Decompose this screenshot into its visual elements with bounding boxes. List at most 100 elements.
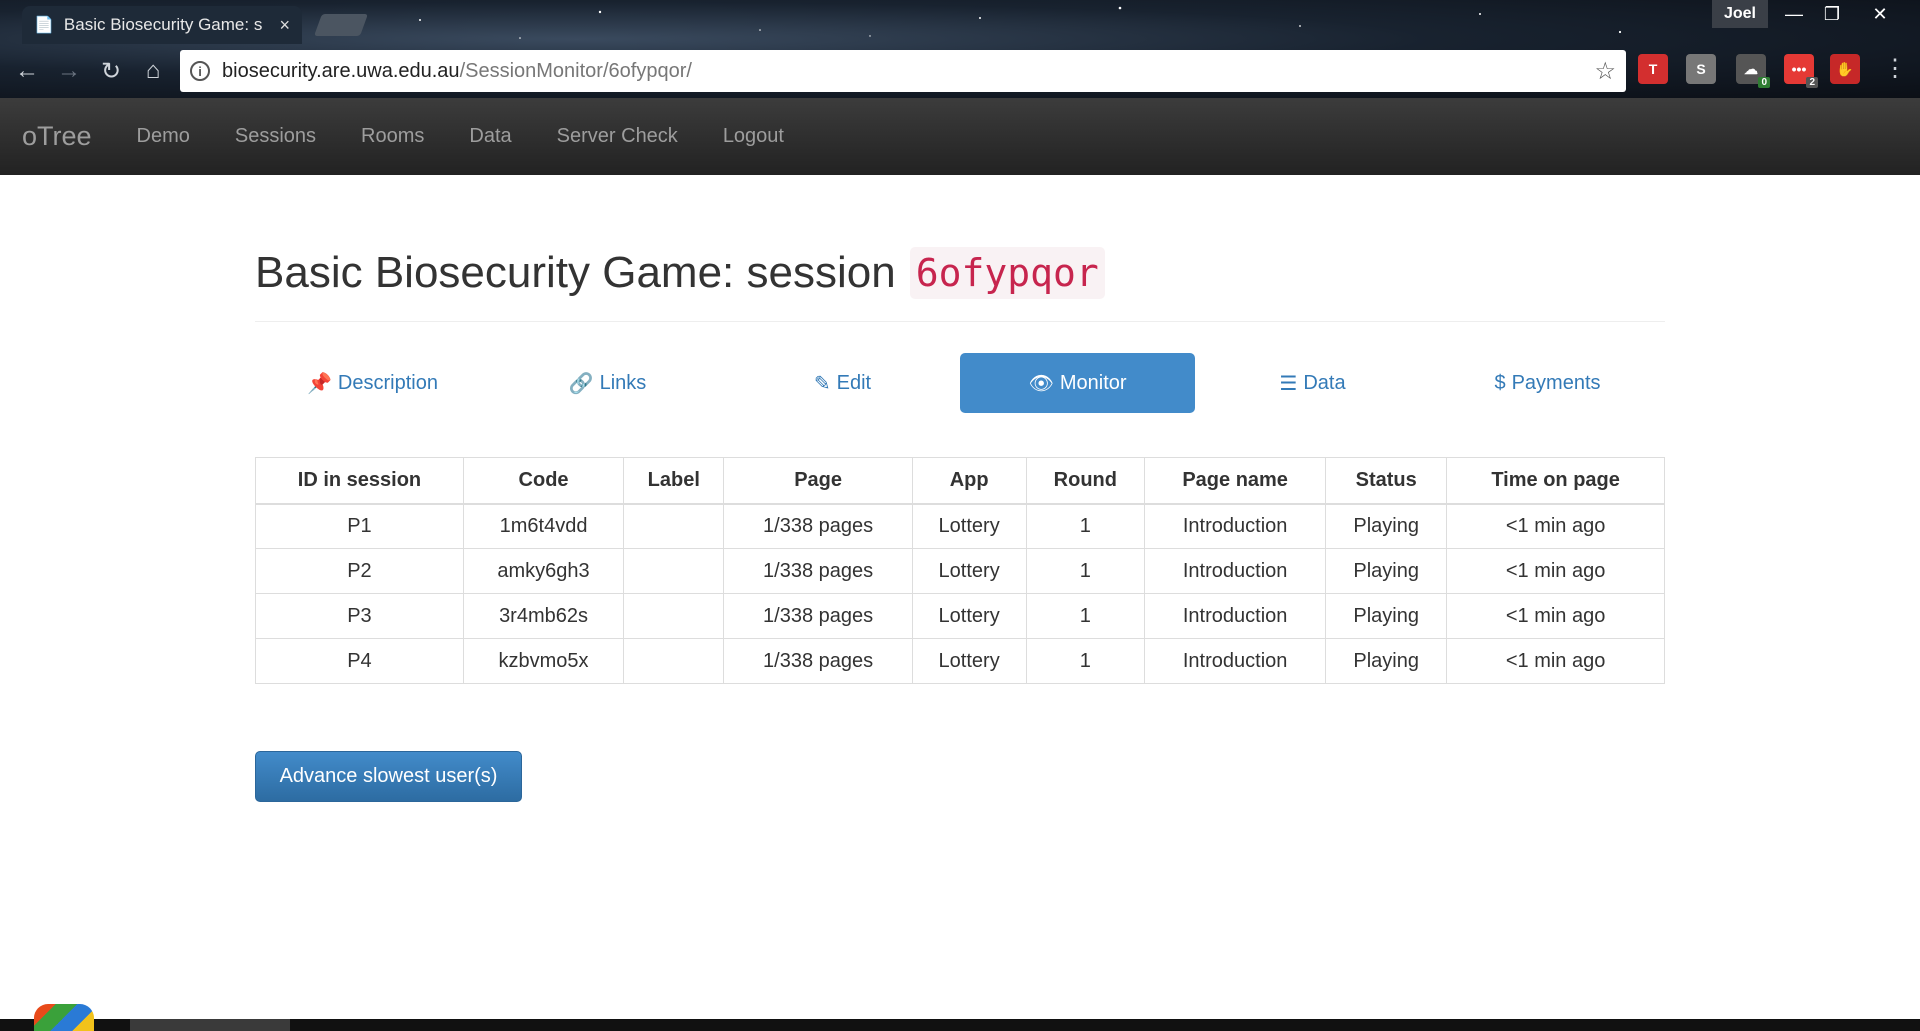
dots-extension-icon[interactable]: ••• 2 xyxy=(1784,54,1818,88)
table-cell: 3r4mb62s xyxy=(462,593,625,639)
profile-button[interactable]: Joel xyxy=(1712,0,1768,28)
home-icon[interactable]: ⌂ xyxy=(132,57,174,85)
address-bar[interactable]: i biosecurity.are.uwa.edu.au/SessionMoni… xyxy=(180,50,1626,92)
tab-label: Monitor xyxy=(1059,371,1127,394)
session-nav-pills: 📌 Description 🔗 Links ✎ Edit 👁 Monitor ☰ Data $ Pay… xyxy=(255,353,1665,413)
column-header: App xyxy=(911,457,1027,505)
table-cell xyxy=(623,593,725,639)
list-icon: ☰ xyxy=(1279,372,1298,395)
extension-badge: 2 xyxy=(1806,77,1818,88)
table-cell: 1/338 pages xyxy=(723,503,913,549)
menu-dots-icon[interactable]: ⋮ xyxy=(1874,54,1916,83)
table-cell: <1 min ago xyxy=(1446,548,1665,594)
table-header-row: ID in session Code Label Page App Round Page n… xyxy=(255,457,1665,505)
bookmark-star-icon[interactable]: ☆ xyxy=(1594,57,1616,86)
close-window-button[interactable]: ✕ xyxy=(1860,0,1900,28)
table-cell: 1 xyxy=(1025,593,1146,639)
extension-glyph: ☁ xyxy=(1744,60,1758,77)
tab-label: Description xyxy=(337,371,438,394)
tab-close-icon[interactable]: × xyxy=(279,15,290,36)
table-cell: P2 xyxy=(255,548,464,594)
table-cell: P3 xyxy=(255,593,464,639)
table-cell: <1 min ago xyxy=(1446,593,1665,639)
info-icon[interactable]: i xyxy=(190,61,210,81)
table-cell: Lottery xyxy=(911,638,1027,684)
minimize-button[interactable]: — xyxy=(1774,0,1814,28)
page-title-text: Basic Biosecurity Game: session xyxy=(255,248,896,297)
table-row: P3 3r4mb62s 1/338 pages Lottery 1 Introductio… xyxy=(255,593,1665,639)
back-arrow-icon[interactable]: ← xyxy=(6,57,48,85)
extension-glyph: S xyxy=(1696,61,1706,77)
nav-link-data[interactable]: Data xyxy=(469,125,511,148)
nav-link-demo[interactable]: Demo xyxy=(137,125,190,148)
pencil-icon: ✎ xyxy=(813,372,831,395)
table-cell: Playing xyxy=(1325,548,1448,594)
eye-icon: 👁 xyxy=(1028,372,1054,395)
extension-glyph: ••• xyxy=(1791,61,1807,77)
table-cell: Introduction xyxy=(1144,593,1327,639)
tab-monitor[interactable]: 👁 Monitor xyxy=(960,353,1195,413)
column-header: Round xyxy=(1025,457,1146,505)
table-cell: 1/338 pages xyxy=(723,593,913,639)
browser-tab[interactable]: 📄 Basic Biosecurity Game: s × xyxy=(22,6,302,44)
column-header: ID in session xyxy=(255,457,464,505)
browser-chrome: 📄 Basic Biosecurity Game: s × Joel — ❐ ✕… xyxy=(0,0,1920,98)
reload-icon[interactable]: ↻ xyxy=(90,57,132,86)
dollar-icon: $ xyxy=(1494,371,1506,394)
divider xyxy=(255,321,1665,322)
tab-description[interactable]: 📌 Description xyxy=(255,353,490,413)
table-cell: Playing xyxy=(1325,593,1448,639)
table-body: P1 1m6t4vdd 1/338 pages Lottery 1 Introductio… xyxy=(255,503,1665,684)
table-cell: <1 min ago xyxy=(1446,503,1665,549)
nav-link-rooms[interactable]: Rooms xyxy=(361,125,424,148)
taskbar xyxy=(0,1019,1920,1031)
table-cell: Introduction xyxy=(1144,503,1327,549)
table-cell: 1/338 pages xyxy=(723,548,913,594)
column-header: Time on page xyxy=(1446,457,1665,505)
link-icon: 🔗 xyxy=(568,372,594,395)
table-cell: Lottery xyxy=(911,593,1027,639)
start-button-icon[interactable] xyxy=(34,1004,94,1031)
table-cell xyxy=(623,548,725,594)
s-extension-icon[interactable]: S xyxy=(1686,54,1716,84)
cloud-extension-icon[interactable]: ☁ 0 xyxy=(1736,54,1770,88)
taskbar-item[interactable] xyxy=(130,1019,290,1031)
brand-logo[interactable]: oTree xyxy=(22,121,92,152)
t-extension-icon[interactable]: T xyxy=(1638,54,1668,84)
session-code: 6ofypqor xyxy=(909,247,1105,299)
tab-label: Edit xyxy=(836,371,872,394)
column-header: Status xyxy=(1325,457,1448,505)
extension-badge: 0 xyxy=(1758,77,1770,88)
table-cell: P1 xyxy=(255,503,464,549)
tab-payments[interactable]: $ Payments xyxy=(1430,353,1665,413)
tab-data[interactable]: ☰ Data xyxy=(1195,353,1430,413)
column-header: Label xyxy=(623,457,725,505)
nav-link-sessions[interactable]: Sessions xyxy=(235,125,316,148)
tab-label: Links xyxy=(599,371,647,394)
tab-links[interactable]: 🔗 Links xyxy=(490,353,725,413)
table-cell: P4 xyxy=(255,638,464,684)
pushpin-icon: 📌 xyxy=(307,372,332,395)
column-header: Page name xyxy=(1144,457,1327,505)
nav-link-server-check[interactable]: Server Check xyxy=(557,125,678,148)
table-cell xyxy=(623,503,725,549)
tab-title: Basic Biosecurity Game: s xyxy=(63,15,263,34)
table-row: P2 amky6gh3 1/338 pages Lottery 1 Introductio… xyxy=(255,548,1665,594)
extension-glyph: ✋ xyxy=(1836,60,1854,77)
tab-edit[interactable]: ✎ Edit xyxy=(725,353,960,413)
ublock-extension-icon[interactable]: ✋ xyxy=(1830,54,1860,84)
advance-slowest-users-button[interactable]: Advance slowest user(s) xyxy=(255,751,522,802)
tab-label: Data xyxy=(1303,371,1346,394)
table-cell: <1 min ago xyxy=(1446,638,1665,684)
table-cell: 1 xyxy=(1025,503,1146,549)
participant-table: ID in session Code Label Page App Round Page n… xyxy=(255,457,1665,684)
restore-button[interactable]: ❐ xyxy=(1812,0,1852,28)
table-cell: 1 xyxy=(1025,548,1146,594)
table-cell xyxy=(623,638,725,684)
forward-arrow-icon[interactable]: → xyxy=(48,57,90,85)
new-tab-button[interactable] xyxy=(313,14,369,36)
table-cell: Lottery xyxy=(911,548,1027,594)
table-cell: 1/338 pages xyxy=(723,638,913,684)
nav-link-logout[interactable]: Logout xyxy=(723,125,784,148)
page-title: Basic Biosecurity Game: session 6ofypqor xyxy=(255,247,1665,299)
